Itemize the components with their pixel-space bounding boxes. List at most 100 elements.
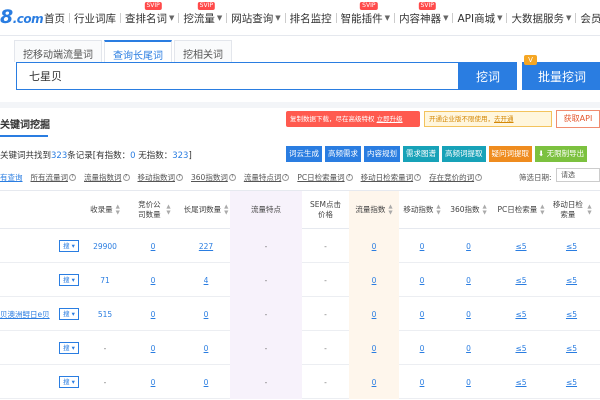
cell-liuliang[interactable]: 0	[349, 263, 399, 297]
sort-icon[interactable]: ▲ ▼	[224, 204, 228, 216]
search-dropdown-button[interactable]: 搜 ▾	[59, 240, 79, 252]
cell-liuliang[interactable]: 0	[349, 331, 399, 365]
column-header[interactable]: 移动日检索量 ▲ ▼	[550, 191, 593, 229]
unlimited-export-button[interactable]: ⬇ 无限制导出	[535, 146, 588, 162]
cell-pc[interactable]: ≤5	[492, 297, 550, 331]
upgrade-link[interactable]: 立即升级	[377, 115, 403, 123]
filter-link[interactable]: 所有流量词?	[31, 172, 76, 183]
column-header[interactable]: 移动指数 ▲ ▼	[399, 191, 445, 229]
cell-pc[interactable]: ≤5	[492, 229, 550, 263]
enterprise-link[interactable]: 去开通	[494, 115, 514, 123]
cell-changwei[interactable]: 4	[182, 263, 230, 297]
tab-mobile-traffic-words[interactable]: 挖移动端流量词	[14, 40, 102, 62]
search-dropdown-button[interactable]: 搜 ▾	[59, 308, 79, 320]
cell-yidong[interactable]: 0	[399, 229, 445, 263]
help-icon[interactable]: ?	[345, 174, 353, 181]
upgrade-banner[interactable]: 复制数据下载，尽在高级特权 立即升级	[286, 111, 420, 127]
search-button[interactable]: 挖词	[459, 62, 517, 90]
cell-mobile[interactable]: ≤5	[550, 365, 593, 399]
filter-link[interactable]: PC日检索量词?	[297, 172, 353, 183]
demand-graph-button[interactable]: 需求图谱	[403, 146, 439, 162]
nav-item[interactable]: 首页	[40, 11, 69, 26]
cell-mobile[interactable]: ≤5	[550, 263, 593, 297]
search-dropdown-button[interactable]: 搜 ▾	[59, 376, 79, 388]
row-scroll-handle[interactable]	[593, 229, 600, 263]
column-header[interactable]: PC日检索量 ▲ ▼	[492, 191, 550, 229]
nav-item[interactable]: 网站查询 ▼	[227, 11, 284, 26]
column-header[interactable]: 竞价公司数量 ▲ ▼	[134, 191, 172, 229]
cell-s360[interactable]: 0	[445, 297, 492, 331]
cell-liuliang[interactable]: 0	[349, 297, 399, 331]
get-api-button[interactable]: 获取API	[556, 110, 600, 128]
cell-changwei[interactable]: 0	[182, 365, 230, 399]
cell-jingjia[interactable]: 0	[134, 263, 172, 297]
nav-item[interactable]: 挖流量 ▼ SVIP	[179, 1, 226, 26]
filter-link[interactable]: 360指数词?	[191, 172, 236, 183]
cell-jingjia[interactable]: 0	[134, 331, 172, 365]
cell-s360[interactable]: 0	[445, 365, 492, 399]
nav-item[interactable]: 智能插件 ▼ SVIP	[337, 1, 394, 26]
question-extract-button[interactable]: 疑问词提取	[488, 146, 532, 162]
cell-changwei[interactable]: 227	[182, 229, 230, 263]
sort-icon[interactable]: ▲ ▼	[436, 204, 440, 216]
cell-changwei[interactable]: 0	[182, 297, 230, 331]
sort-icon[interactable]: ▲ ▼	[587, 204, 591, 216]
sort-icon[interactable]: ▲ ▼	[116, 204, 120, 216]
batch-search-button[interactable]: V 批量挖词	[522, 55, 600, 90]
keyword-link[interactable]: 贝澳洲鲟日e贝	[0, 297, 50, 331]
column-header[interactable]: 流量指数 ▲ ▼	[349, 191, 399, 229]
nav-item[interactable]: API商城 ▼	[453, 11, 506, 26]
sort-icon[interactable]: ▲ ▼	[483, 204, 487, 216]
filter-link[interactable]: 流量特点词?	[244, 172, 290, 183]
search-dropdown-button[interactable]: 搜 ▾	[59, 274, 79, 286]
cell-yidong[interactable]: 0	[399, 297, 445, 331]
cell-jingjia[interactable]: 0	[134, 365, 172, 399]
date-select[interactable]: 请选	[556, 168, 600, 182]
word-cloud-button[interactable]: 词云生成	[286, 146, 322, 162]
row-scroll-handle[interactable]	[593, 263, 600, 297]
filter-link[interactable]: 有查询	[0, 172, 23, 183]
enterprise-banner[interactable]: 开通企业版不限使用，去开通	[424, 111, 552, 127]
cell-jingjia[interactable]: 0	[134, 229, 172, 263]
cell-s360[interactable]: 0	[445, 229, 492, 263]
filter-link[interactable]: 流量指数词?	[84, 172, 130, 183]
keyword-search-input[interactable]	[16, 62, 459, 90]
search-dropdown-button[interactable]: 搜 ▾	[59, 342, 79, 354]
nav-item[interactable]: 排名监控	[286, 11, 336, 26]
cell-liuliang[interactable]: 0	[349, 229, 399, 263]
column-header[interactable]: 长尾词数量 ▲ ▼	[182, 191, 230, 229]
cell-mobile[interactable]: ≤5	[550, 331, 593, 365]
content-plan-button[interactable]: 内容规划	[364, 146, 400, 162]
filter-link[interactable]: 存在竞价的词?	[429, 172, 483, 183]
cell-mobile[interactable]: ≤5	[550, 297, 593, 331]
nav-item[interactable]: 查排名词 ▼ SVIP	[121, 1, 178, 26]
help-icon[interactable]: ?	[282, 174, 290, 181]
column-header[interactable]: 360指数 ▲ ▼	[445, 191, 492, 229]
high-freq-demand-button[interactable]: 高频需求	[325, 146, 361, 162]
high-freq-extract-button[interactable]: 高频词提取	[442, 146, 486, 162]
help-icon[interactable]: ?	[414, 174, 422, 181]
row-scroll-handle[interactable]	[593, 297, 600, 331]
sort-icon[interactable]: ▲ ▼	[388, 204, 392, 216]
sort-icon[interactable]: ▲ ▼	[166, 204, 170, 216]
row-scroll-handle[interactable]	[593, 331, 600, 365]
tab-long-tail-words[interactable]: 查询长尾词	[104, 40, 172, 62]
column-header[interactable]: 收录量 ▲ ▼	[86, 191, 124, 229]
row-scroll-handle[interactable]	[593, 365, 600, 399]
nav-item[interactable]: 行业词库	[70, 11, 120, 26]
cell-jingjia[interactable]: 0	[134, 297, 172, 331]
help-icon[interactable]: ?	[475, 174, 483, 181]
filter-link[interactable]: 移动日检索量词?	[361, 172, 422, 183]
tab-related-words[interactable]: 挖相关词	[174, 40, 232, 62]
cell-pc[interactable]: ≤5	[492, 263, 550, 297]
cell-changwei[interactable]: 0	[182, 331, 230, 365]
nav-item[interactable]: 大数据服务 ▼	[507, 11, 575, 26]
help-icon[interactable]: ?	[176, 174, 183, 181]
cell-s360[interactable]: 0	[445, 331, 492, 365]
cell-yidong[interactable]: 0	[399, 365, 445, 399]
nav-item[interactable]: 会员服务▼	[576, 11, 600, 26]
help-icon[interactable]: ?	[122, 174, 130, 181]
cell-yidong[interactable]: 0	[399, 331, 445, 365]
cell-pc[interactable]: ≤5	[492, 365, 550, 399]
site-logo[interactable]: 8.com	[0, 6, 44, 28]
